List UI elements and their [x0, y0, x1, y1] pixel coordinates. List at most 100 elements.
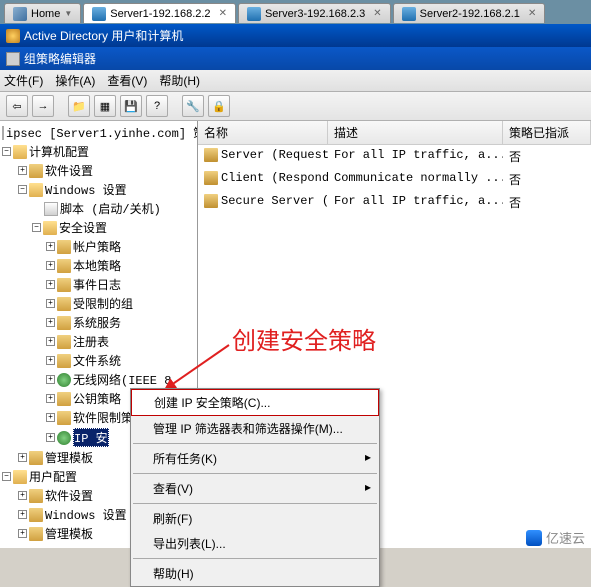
menu-all-tasks[interactable]: 所有任务(K)▸	[131, 446, 379, 471]
tab-label: Server1-192.168.2.2	[110, 8, 210, 20]
tab-label: Server2-192.168.2.1	[420, 8, 520, 20]
col-name[interactable]: 名称	[198, 121, 328, 144]
action1-button[interactable]: 🔧	[182, 95, 204, 117]
folder-icon	[57, 392, 71, 406]
submenu-arrow-icon: ▸	[365, 450, 371, 464]
collapse-icon[interactable]: −	[18, 185, 27, 194]
tree-account-policy[interactable]: +帐户策略	[2, 237, 195, 256]
menu-action[interactable]: 操作(A)	[55, 72, 95, 89]
tree-software[interactable]: + 软件设置	[2, 161, 195, 180]
menu-bar: 文件(F) 操作(A) 查看(V) 帮助(H)	[0, 70, 591, 92]
folder-icon	[29, 164, 43, 178]
expand-icon[interactable]: +	[18, 491, 27, 500]
separator	[133, 558, 377, 559]
back-button[interactable]: ⇦	[6, 95, 28, 117]
expand-icon[interactable]: +	[18, 166, 27, 175]
menu-view[interactable]: 查看(V)	[107, 72, 147, 89]
server-icon	[92, 7, 106, 21]
collapse-icon[interactable]: −	[2, 147, 11, 156]
tab-label: Home	[31, 8, 60, 20]
context-menu: 创建 IP 安全策略(C)... 管理 IP 筛选器表和筛选器操作(M)... …	[130, 388, 380, 587]
collapse-icon[interactable]: −	[2, 472, 11, 481]
tree-local-policy[interactable]: +本地策略	[2, 256, 195, 275]
home-icon	[13, 7, 27, 21]
list-header: 名称 描述 策略已指派	[198, 121, 591, 145]
properties-button[interactable]: ▦	[94, 95, 116, 117]
expand-icon[interactable]: +	[18, 529, 27, 538]
expand-icon[interactable]: +	[46, 413, 55, 422]
menu-create-ip-policy[interactable]: 创建 IP 安全策略(C)...	[131, 389, 379, 416]
folder-icon	[57, 240, 71, 254]
menu-help[interactable]: 帮助(H)	[131, 561, 379, 586]
server-icon	[247, 7, 261, 21]
tab-server3[interactable]: Server3-192.168.2.3 ✕	[238, 3, 391, 23]
expand-icon[interactable]: +	[18, 453, 27, 462]
tree-system-services[interactable]: +系统服务	[2, 313, 195, 332]
wireless-icon	[57, 373, 71, 387]
browser-tab-bar: Home ▼ Server1-192.168.2.2 ✕ Server3-192…	[0, 0, 591, 24]
expand-icon[interactable]: +	[46, 280, 55, 289]
separator	[133, 473, 377, 474]
policy-icon	[204, 148, 218, 162]
export-button[interactable]: 💾	[120, 95, 142, 117]
ipsec-icon	[57, 431, 71, 445]
menu-refresh[interactable]: 刷新(F)	[131, 506, 379, 531]
menu-manage-filters[interactable]: 管理 IP 筛选器表和筛选器操作(M)...	[131, 416, 379, 441]
tab-dropdown-icon[interactable]: ▼	[64, 9, 72, 18]
expand-icon[interactable]: +	[46, 318, 55, 327]
menu-view[interactable]: 查看(V)▸	[131, 476, 379, 501]
expand-icon[interactable]: +	[46, 337, 55, 346]
separator	[133, 443, 377, 444]
collapse-icon[interactable]: −	[32, 223, 41, 232]
tree-computer-config[interactable]: − 计算机配置	[2, 142, 195, 161]
tree-windows-settings[interactable]: − Windows 设置	[2, 180, 195, 199]
tree-event-log[interactable]: +事件日志	[2, 275, 195, 294]
folder-icon	[29, 508, 43, 522]
watermark: 亿速云	[526, 528, 585, 547]
expand-icon[interactable]: +	[18, 510, 27, 519]
expand-icon[interactable]: +	[46, 375, 55, 384]
list-item[interactable]: Server (Request ... For all IP traffic, …	[198, 145, 591, 168]
folder-icon	[57, 316, 71, 330]
tree-restricted-groups[interactable]: +受限制的组	[2, 294, 195, 313]
expand-icon[interactable]: +	[46, 433, 55, 442]
menu-help[interactable]: 帮助(H)	[159, 72, 200, 89]
up-button[interactable]: 📁	[68, 95, 90, 117]
tab-server1[interactable]: Server1-192.168.2.2 ✕	[83, 3, 236, 23]
forward-button[interactable]: →	[32, 95, 54, 117]
tree-security[interactable]: − 安全设置	[2, 218, 195, 237]
help-button[interactable]: ?	[146, 95, 168, 117]
script-icon	[44, 202, 58, 216]
tab-label: Server3-192.168.2.3	[265, 8, 365, 20]
menu-export-list[interactable]: 导出列表(L)...	[131, 531, 379, 556]
folder-icon	[57, 354, 71, 368]
watermark-icon	[526, 530, 542, 546]
gp-title-bar[interactable]: 组策略编辑器	[0, 47, 591, 70]
folder-icon	[29, 489, 43, 503]
tab-server2[interactable]: Server2-192.168.2.1 ✕	[393, 3, 546, 23]
folder-icon	[29, 451, 43, 465]
action2-button[interactable]: 🔒	[208, 95, 230, 117]
folder-icon	[29, 183, 43, 197]
policy-icon	[2, 126, 4, 140]
close-icon[interactable]: ✕	[219, 8, 227, 19]
tree-root[interactable]: ipsec [Server1.yinhe.com] 策	[2, 123, 195, 142]
col-assigned[interactable]: 策略已指派	[503, 121, 591, 144]
folder-icon	[57, 411, 71, 425]
separator	[58, 95, 64, 117]
tree-scripts[interactable]: 脚本 (启动/关机)	[2, 199, 195, 218]
col-desc[interactable]: 描述	[328, 121, 503, 144]
close-icon[interactable]: ✕	[373, 8, 381, 19]
expand-icon[interactable]: +	[46, 394, 55, 403]
list-item[interactable]: Client (Respond ... Communicate normally…	[198, 168, 591, 191]
list-item[interactable]: Secure Server (R... For all IP traffic, …	[198, 191, 591, 214]
menu-file[interactable]: 文件(F)	[4, 72, 43, 89]
toolbar: ⇦ → 📁 ▦ 💾 ? 🔧 🔒	[0, 92, 591, 121]
separator	[172, 95, 178, 117]
expand-icon[interactable]: +	[46, 356, 55, 365]
tab-home[interactable]: Home ▼	[4, 3, 81, 23]
close-icon[interactable]: ✕	[528, 8, 536, 19]
expand-icon[interactable]: +	[46, 261, 55, 270]
expand-icon[interactable]: +	[46, 299, 55, 308]
expand-icon[interactable]: +	[46, 242, 55, 251]
